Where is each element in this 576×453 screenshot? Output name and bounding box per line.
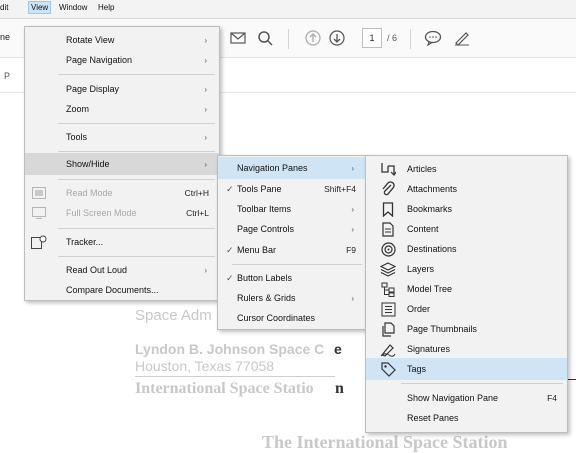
page-number-input[interactable]: 1 bbox=[362, 28, 382, 48]
menu-item-rotate-view[interactable]: Rotate View › bbox=[25, 29, 219, 51]
menu-item-cursor-coordinates[interactable]: Cursor Coordinates bbox=[218, 307, 366, 329]
previous-page-icon[interactable] bbox=[303, 28, 323, 48]
menu-divider bbox=[401, 383, 563, 384]
menu-item-full-screen-mode[interactable]: Full Screen Mode Ctrl+L bbox=[25, 202, 219, 224]
menu-item-attachments[interactable]: Attachments bbox=[366, 178, 567, 200]
navigation-panes-submenu: Articles Attachments Bookmarks Content D… bbox=[365, 155, 568, 433]
signature-icon bbox=[380, 341, 396, 357]
menu-bar: dit View Window Help bbox=[0, 0, 576, 19]
bookmark-icon bbox=[380, 201, 396, 217]
menu-item-bookmarks[interactable]: Bookmarks bbox=[366, 198, 567, 220]
menu-item-layers[interactable]: Layers bbox=[366, 258, 567, 280]
menu-item-page-display[interactable]: Page Display › bbox=[25, 78, 219, 100]
full-screen-icon bbox=[31, 205, 47, 221]
doc-line-3: Houston, Texas 77058 bbox=[135, 358, 275, 374]
menu-divider bbox=[58, 228, 215, 229]
doc-line-5: The International Space Station bbox=[262, 432, 508, 452]
menu-divider bbox=[58, 151, 215, 152]
menu-item-button-labels[interactable]: ✓ Button Labels bbox=[218, 267, 366, 289]
menu-divider bbox=[58, 256, 215, 257]
articles-icon bbox=[380, 161, 396, 177]
read-mode-icon bbox=[31, 185, 47, 201]
page-thumbnails-icon bbox=[380, 321, 396, 337]
toolbar-separator bbox=[288, 29, 289, 49]
menu-item-compare-documents[interactable]: Compare Documents... bbox=[25, 279, 219, 301]
menu-item-tools-pane[interactable]: ✓ Tools Pane Shift+F4 bbox=[218, 178, 366, 200]
check-icon: ✓ bbox=[226, 244, 234, 255]
menu-item-page-navigation[interactable]: Page Navigation › bbox=[25, 49, 219, 71]
doc-line-2: Lyndon B. Johnson Space C bbox=[135, 341, 325, 357]
tracker-icon bbox=[31, 234, 47, 250]
menu-window[interactable]: Window bbox=[59, 3, 87, 12]
menu-item-destinations[interactable]: Destinations bbox=[366, 238, 567, 260]
menu-item-zoom[interactable]: Zoom › bbox=[25, 98, 219, 120]
order-icon bbox=[380, 301, 396, 317]
menu-item-show-navigation-pane[interactable]: Show Navigation Pane F4 bbox=[366, 387, 567, 409]
menu-item-content[interactable]: Content bbox=[366, 218, 567, 240]
tag-icon bbox=[380, 361, 396, 377]
menu-item-navigation-panes[interactable]: Navigation Panes › bbox=[218, 157, 366, 179]
doc-underline bbox=[135, 376, 335, 377]
view-menu: Rotate View › Page Navigation › Page Displ… bbox=[24, 26, 220, 301]
menu-item-page-controls[interactable]: Page Controls › bbox=[218, 218, 366, 240]
menu-divider bbox=[58, 74, 215, 75]
left-tab-label[interactable]: P bbox=[4, 71, 10, 81]
doc-line-4b: n bbox=[335, 380, 344, 397]
comment-icon[interactable] bbox=[423, 28, 443, 48]
menu-item-toolbar-items[interactable]: Toolbar Items › bbox=[218, 198, 366, 220]
menu-item-read-out-loud[interactable]: Read Out Loud › bbox=[25, 259, 219, 281]
toolbar-separator bbox=[410, 29, 411, 49]
search-icon[interactable] bbox=[255, 28, 275, 48]
check-icon: ✓ bbox=[226, 272, 234, 283]
menu-item-read-mode[interactable]: Read Mode Ctrl+H bbox=[25, 182, 219, 204]
doc-line-2b: e bbox=[334, 341, 342, 357]
menu-item-tools[interactable]: Tools › bbox=[25, 126, 219, 148]
doc-line-1: Space Adm bbox=[135, 307, 212, 324]
doc-line-4: International Space Statio bbox=[135, 380, 314, 397]
next-page-icon[interactable] bbox=[327, 28, 347, 48]
menu-item-tracker[interactable]: Tracker... bbox=[25, 231, 219, 253]
model-tree-icon bbox=[380, 281, 396, 297]
show-hide-submenu: Navigation Panes › ✓ Tools Pane Shift+F4 T… bbox=[217, 155, 367, 330]
layers-icon bbox=[380, 261, 396, 277]
content-icon bbox=[380, 221, 396, 237]
menu-item-rulers-grids[interactable]: Rulers & Grids › bbox=[218, 287, 366, 309]
page-total: / 6 bbox=[387, 33, 398, 43]
menu-view[interactable]: View bbox=[28, 1, 52, 14]
menu-item-signatures[interactable]: Signatures bbox=[366, 338, 567, 360]
menu-divider bbox=[58, 179, 215, 180]
menu-item-articles[interactable]: Articles bbox=[366, 158, 567, 180]
email-icon[interactable] bbox=[228, 28, 248, 48]
menu-help[interactable]: Help bbox=[98, 3, 114, 12]
paperclip-icon bbox=[380, 181, 396, 197]
menu-item-order[interactable]: Order bbox=[366, 298, 567, 320]
menu-item-tags[interactable]: Tags bbox=[366, 358, 567, 380]
menu-item-model-tree[interactable]: Model Tree bbox=[366, 278, 567, 300]
menu-item-show-hide[interactable]: Show/Hide › bbox=[25, 153, 219, 175]
menu-item-reset-panes[interactable]: Reset Panes bbox=[366, 407, 567, 429]
menu-divider bbox=[58, 123, 215, 124]
menu-item-menu-bar[interactable]: ✓ Menu Bar F9 bbox=[218, 239, 366, 261]
menu-divider bbox=[232, 264, 362, 265]
check-icon: ✓ bbox=[226, 183, 234, 194]
destinations-icon bbox=[380, 241, 396, 257]
toolbar-left-label: ne bbox=[0, 32, 11, 42]
pen-icon[interactable] bbox=[452, 28, 472, 48]
menu-edit[interactable]: dit bbox=[0, 3, 8, 12]
menu-item-page-thumbnails[interactable]: Page Thumbnails bbox=[366, 318, 567, 340]
